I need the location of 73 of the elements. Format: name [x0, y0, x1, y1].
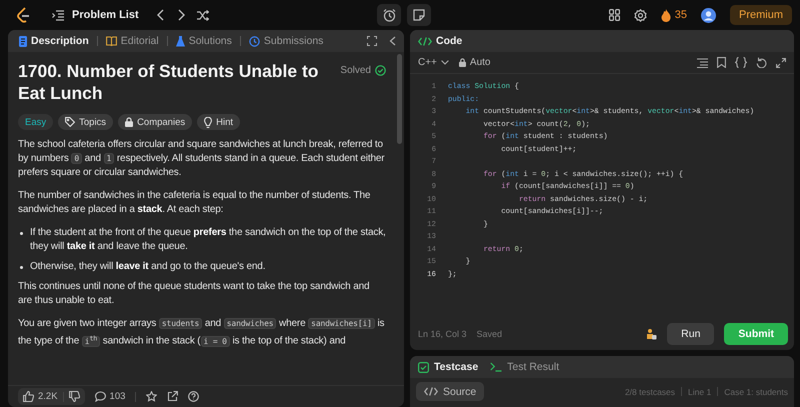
reset-icon[interactable] — [756, 57, 767, 68]
notes-button[interactable] — [407, 4, 431, 26]
comments-button[interactable]: 103 — [94, 391, 126, 402]
panel-tab[interactable]: Test Result — [490, 361, 560, 373]
problem-list-link[interactable]: Problem List — [72, 9, 139, 21]
format-icon[interactable] — [697, 58, 708, 68]
comment-icon — [94, 391, 106, 402]
braces-icon[interactable] — [735, 57, 747, 68]
lock-icon — [458, 58, 466, 67]
book-icon — [106, 36, 117, 46]
help-icon[interactable] — [188, 391, 200, 402]
grid-icon[interactable] — [608, 9, 620, 21]
difficulty-badge: Easy — [18, 114, 54, 130]
collapse-icon[interactable] — [389, 36, 396, 46]
cursor-position: Ln 16, Col 3 — [418, 329, 467, 339]
description-paragraph: You are given two integer arrays students and sandwiches where sandwiches[i] is the type of the i$^{th}$ sandwich in the stack ( i = 0 is the top of the stack) and — [18, 317, 386, 349]
check-circle-icon — [375, 65, 386, 76]
checkbox-icon — [418, 362, 429, 372]
status-text: Case 1: students — [724, 386, 788, 396]
language-dropdown[interactable]: C++ — [418, 57, 449, 68]
problem-title: 1700. Number of Students Unable to Eat Lunch — [18, 60, 320, 104]
streak-count: 35 — [674, 9, 687, 21]
terminal-icon — [490, 362, 502, 372]
run-button[interactable]: Run — [667, 323, 714, 345]
status-text: 2/8 testcases — [624, 386, 676, 396]
settings-icon[interactable] — [634, 8, 647, 22]
flask-icon — [176, 36, 185, 46]
chevron-right-icon[interactable] — [176, 9, 185, 21]
description-paragraph: The school cafeteria offers circular and square sandwiches at lunch break, referred to by numbers 0 and 1 respectively. All students stand in a queue. Each student either prefers square or circular sandwiches. — [18, 138, 386, 180]
tag-chip[interactable]: Topics — [58, 114, 114, 130]
panel-tab[interactable]: Solutions — [172, 33, 235, 49]
note-icon — [413, 9, 425, 21]
debugger-icon[interactable] — [645, 328, 658, 340]
alarm-clock-icon — [382, 8, 396, 22]
panel-tab[interactable]: Testcase — [418, 361, 478, 373]
list-icon — [52, 10, 64, 20]
chevron-down-icon — [440, 60, 449, 65]
panel-tab[interactable]: Submissions — [246, 33, 326, 49]
thumbs-up-icon — [23, 391, 34, 402]
chevron-left-icon[interactable] — [156, 9, 165, 21]
panel-title: Code — [436, 35, 462, 47]
thumbs-down-icon — [68, 391, 80, 402]
solved-status: Solved — [340, 65, 371, 76]
maximize-icon[interactable] — [776, 58, 786, 68]
document-icon — [19, 36, 27, 46]
share-icon[interactable] — [167, 391, 178, 402]
panel-tab[interactable]: Editorial — [102, 33, 162, 49]
lock-icon — [125, 117, 134, 127]
star-icon[interactable] — [146, 391, 158, 402]
tag-chip[interactable]: Hint — [197, 114, 240, 130]
description-paragraph: The number of sandwiches in the cafeteria is equal to the number of students. The sandwiches are placed in a stack. At each step: — [18, 189, 372, 217]
save-status: Saved — [476, 329, 502, 339]
list-item-text: If the student at the front of the queue prefers the sandwich on the top of the stack, they will take it and leave the queue. — [30, 226, 386, 254]
code-icon — [418, 36, 432, 46]
timer-button[interactable] — [377, 4, 401, 26]
source-button[interactable]: Source — [416, 382, 484, 401]
tag-icon — [65, 117, 76, 127]
status-text: Line 1 — [688, 386, 712, 396]
description-paragraph: This continues until none of the queue students want to take the top sandwich and are thus unable to eat. — [18, 280, 370, 308]
autocomplete-mode: Auto — [470, 57, 490, 68]
premium-button[interactable]: Premium — [730, 5, 792, 25]
code-icon — [424, 387, 438, 396]
panel-tab[interactable]: Description — [16, 33, 92, 49]
bookmark-icon[interactable] — [717, 57, 726, 68]
list-item-text: Otherwise, they will leave it and go to the queue's end. — [30, 260, 266, 274]
avatar[interactable] — [700, 8, 716, 22]
fullscreen-icon[interactable] — [367, 36, 377, 46]
flame-icon — [660, 8, 671, 22]
lightbulb-icon — [204, 116, 212, 128]
shuffle-icon[interactable] — [196, 10, 209, 20]
tag-chip[interactable]: Companies — [118, 114, 192, 130]
clock-icon — [248, 36, 260, 46]
logo-icon[interactable] — [16, 7, 30, 23]
